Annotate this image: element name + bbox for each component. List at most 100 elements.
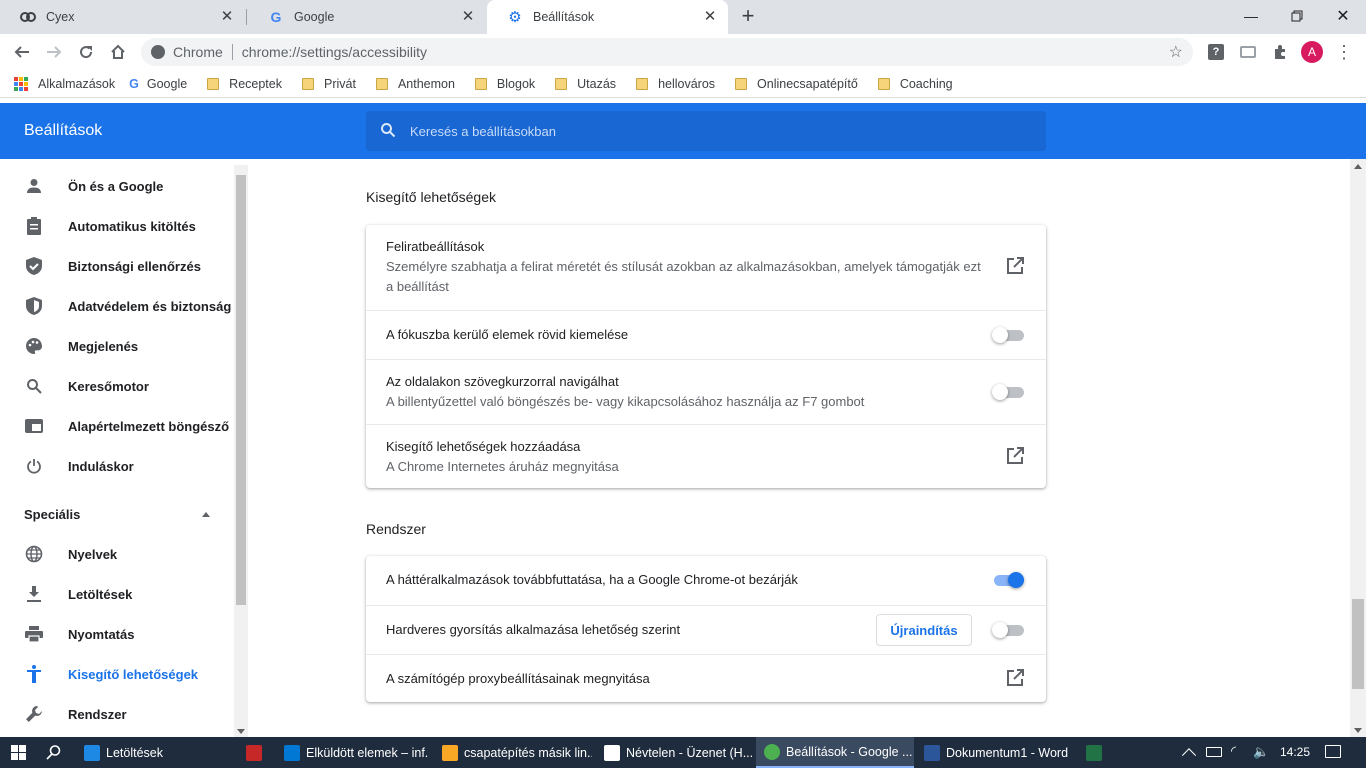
bookmark-folder[interactable]: Coaching	[872, 77, 953, 91]
sidebar-item-languages[interactable]: Nyelvek	[0, 534, 234, 574]
system-tray-chevron-icon[interactable]	[1181, 748, 1197, 763]
bookmark-folder[interactable]: Receptek	[201, 77, 282, 91]
scrollbar-thumb[interactable]	[236, 175, 246, 605]
reload-icon[interactable]	[74, 40, 98, 64]
taskbar-item-excel[interactable]	[1078, 737, 1114, 768]
wifi-icon[interactable]: ◜	[1231, 743, 1236, 759]
sidebar-item-printing[interactable]: Nyomtatás	[0, 614, 234, 654]
app-icon	[246, 744, 262, 761]
bookmark-label: Blogok	[496, 76, 536, 91]
proxy-settings-row[interactable]: A számítógép proxybeállításainak megnyit…	[366, 654, 1046, 702]
bookmark-folder[interactable]: Privát	[296, 77, 356, 91]
profile-avatar[interactable]: A	[1300, 40, 1324, 64]
sidebar-item-on-startup[interactable]: Induláskor	[0, 446, 234, 486]
open-in-new-icon[interactable]	[1006, 669, 1026, 689]
page-scrollbar[interactable]	[1350, 159, 1366, 737]
sidebar-item-autofill[interactable]: Automatikus kitöltés	[0, 206, 234, 246]
notifications-icon[interactable]	[1325, 745, 1341, 758]
search-icon[interactable]	[46, 744, 62, 763]
add-accessibility-features-row[interactable]: Kisegítő lehetőségek hozzáadása A Chrome…	[366, 424, 1046, 488]
sidebar-item-appearance[interactable]: Megjelenés	[0, 326, 234, 366]
sidebar-item-you-and-google[interactable]: Ön és a Google	[0, 166, 234, 206]
extensions-puzzle-icon[interactable]	[1268, 40, 1292, 64]
hardware-acceleration-toggle[interactable]	[992, 620, 1024, 640]
relaunch-button[interactable]: Újraindítás	[876, 614, 972, 646]
sidebar-item-downloads[interactable]: Letöltések	[0, 574, 234, 614]
tab-label: Cyex	[46, 10, 75, 24]
tab-label: Beállítások	[533, 10, 595, 24]
sidebar-item-system[interactable]: Rendszer	[0, 694, 234, 734]
clock[interactable]: 14:25	[1280, 745, 1310, 759]
sidebar-advanced-toggle[interactable]: Speciális	[0, 494, 234, 534]
apps-grid-icon	[14, 76, 28, 91]
sidebar-item-label: Kisegítő lehetőségek	[68, 666, 199, 682]
cast-extension-icon[interactable]	[1236, 40, 1260, 64]
scroll-down-arrow-icon[interactable]	[1354, 728, 1362, 733]
hardware-acceleration-row[interactable]: Hardveres gyorsítás alkalmazása lehetősé…	[366, 605, 1046, 654]
sidebar-item-privacy[interactable]: Adatvédelem és biztonság	[0, 286, 234, 326]
bookmark-folder[interactable]: Blogok	[469, 77, 535, 91]
taskbar-item-outlook[interactable]: Elküldött elemek – inf...	[276, 737, 428, 768]
shield-half-icon	[24, 296, 44, 316]
taskbar-label: csapatépítés másik lin...	[464, 745, 592, 760]
forward-icon[interactable]	[42, 40, 66, 64]
scrollbar-thumb[interactable]	[1352, 599, 1364, 689]
close-tab-icon[interactable]: ✕	[219, 9, 235, 25]
sidebar-item-accessibility[interactable]: Kisegítő lehetőségek	[0, 654, 234, 694]
bookmark-folder[interactable]: Anthemon	[370, 77, 455, 91]
focus-highlight-row[interactable]: A fókuszba kerülő elemek rövid kiemelése	[366, 310, 1046, 359]
folder-icon	[474, 77, 487, 90]
bookmark-apps[interactable]: Alkalmazások	[14, 76, 115, 91]
background-apps-row[interactable]: A háttéralkalmazások továbbfuttatása, ha…	[366, 556, 1046, 605]
tab-settings[interactable]: ⚙ Beállítások ✕	[487, 0, 728, 34]
tab-cyex[interactable]: Cyex ✕	[0, 0, 245, 34]
open-in-new-icon[interactable]	[1006, 257, 1026, 277]
battery-icon[interactable]	[1206, 747, 1222, 757]
back-icon[interactable]	[10, 40, 34, 64]
bookmark-google[interactable]: G Google	[129, 77, 187, 91]
tab-strip: Cyex ✕ G Google ✕ ⚙ Beállítások ✕ + — ✕	[0, 0, 1366, 34]
bookmark-star-icon[interactable]: ☆	[1169, 42, 1183, 62]
scroll-up-arrow-icon[interactable]	[1354, 164, 1362, 169]
bookmark-folder[interactable]: Onlinecsapatépítő	[729, 77, 858, 91]
sidebar-item-search-engine[interactable]: Keresőmotor	[0, 366, 234, 406]
scroll-down-arrow-icon[interactable]	[237, 729, 245, 734]
taskbar-item-app[interactable]	[238, 737, 274, 768]
section-heading-system: Rendszer	[366, 521, 426, 537]
advanced-label: Speciális	[24, 506, 81, 522]
chrome-icon	[764, 743, 780, 760]
sidebar-scrollbar[interactable]	[234, 165, 248, 737]
sidebar-item-safety-check[interactable]: Biztonsági ellenőrzés	[0, 246, 234, 286]
taskbar-item-chrome[interactable]: Beállítások - Google ...	[756, 737, 914, 768]
sidebar-item-default-browser[interactable]: Alapértelmezett böngésző	[0, 406, 234, 446]
bookmark-folder[interactable]: hellováros	[630, 77, 715, 91]
restore-button[interactable]	[1274, 0, 1320, 32]
bookmark-label: Google	[146, 76, 188, 91]
close-tab-icon[interactable]: ✕	[702, 9, 718, 25]
close-window-button[interactable]: ✕	[1320, 0, 1366, 32]
close-tab-icon[interactable]: ✕	[460, 9, 476, 25]
taskbar-item-downloads[interactable]: Letöltések	[76, 737, 236, 768]
settings-search-input[interactable]: Keresés a beállításokban	[366, 111, 1046, 151]
bookmark-folder[interactable]: Utazás	[549, 77, 616, 91]
focus-highlight-toggle[interactable]	[992, 325, 1024, 345]
minimize-button[interactable]: —	[1228, 0, 1274, 32]
new-tab-button[interactable]: +	[725, 0, 771, 32]
address-bar[interactable]: Chrome chrome://settings/accessibility ☆	[141, 38, 1193, 66]
menu-kebab-icon[interactable]: ⋮	[1332, 40, 1356, 64]
captions-settings-row[interactable]: Feliratbeállítások Személyre szabhatja a…	[366, 225, 1046, 310]
taskbar-item-message[interactable]: Névtelen - Üzenet (H...	[596, 737, 754, 768]
tab-google[interactable]: G Google ✕	[248, 0, 486, 34]
sidebar-item-label: Rendszer	[68, 706, 127, 722]
taskbar-item-word[interactable]: Dokumentum1 - Word	[916, 737, 1074, 768]
folder-icon	[555, 77, 568, 90]
volume-icon[interactable]: 🔈	[1253, 744, 1269, 760]
help-extension-icon[interactable]: ?	[1204, 40, 1228, 64]
open-in-new-icon[interactable]	[1006, 447, 1026, 467]
caret-browsing-row[interactable]: Az oldalakon szövegkurzorral navigálhat …	[366, 359, 1046, 424]
background-apps-toggle[interactable]	[992, 570, 1024, 590]
caret-browsing-toggle[interactable]	[992, 382, 1024, 402]
home-icon[interactable]	[106, 40, 130, 64]
windows-start-icon[interactable]	[11, 745, 26, 760]
taskbar-item-mail[interactable]: csapatépítés másik lin...	[434, 737, 592, 768]
